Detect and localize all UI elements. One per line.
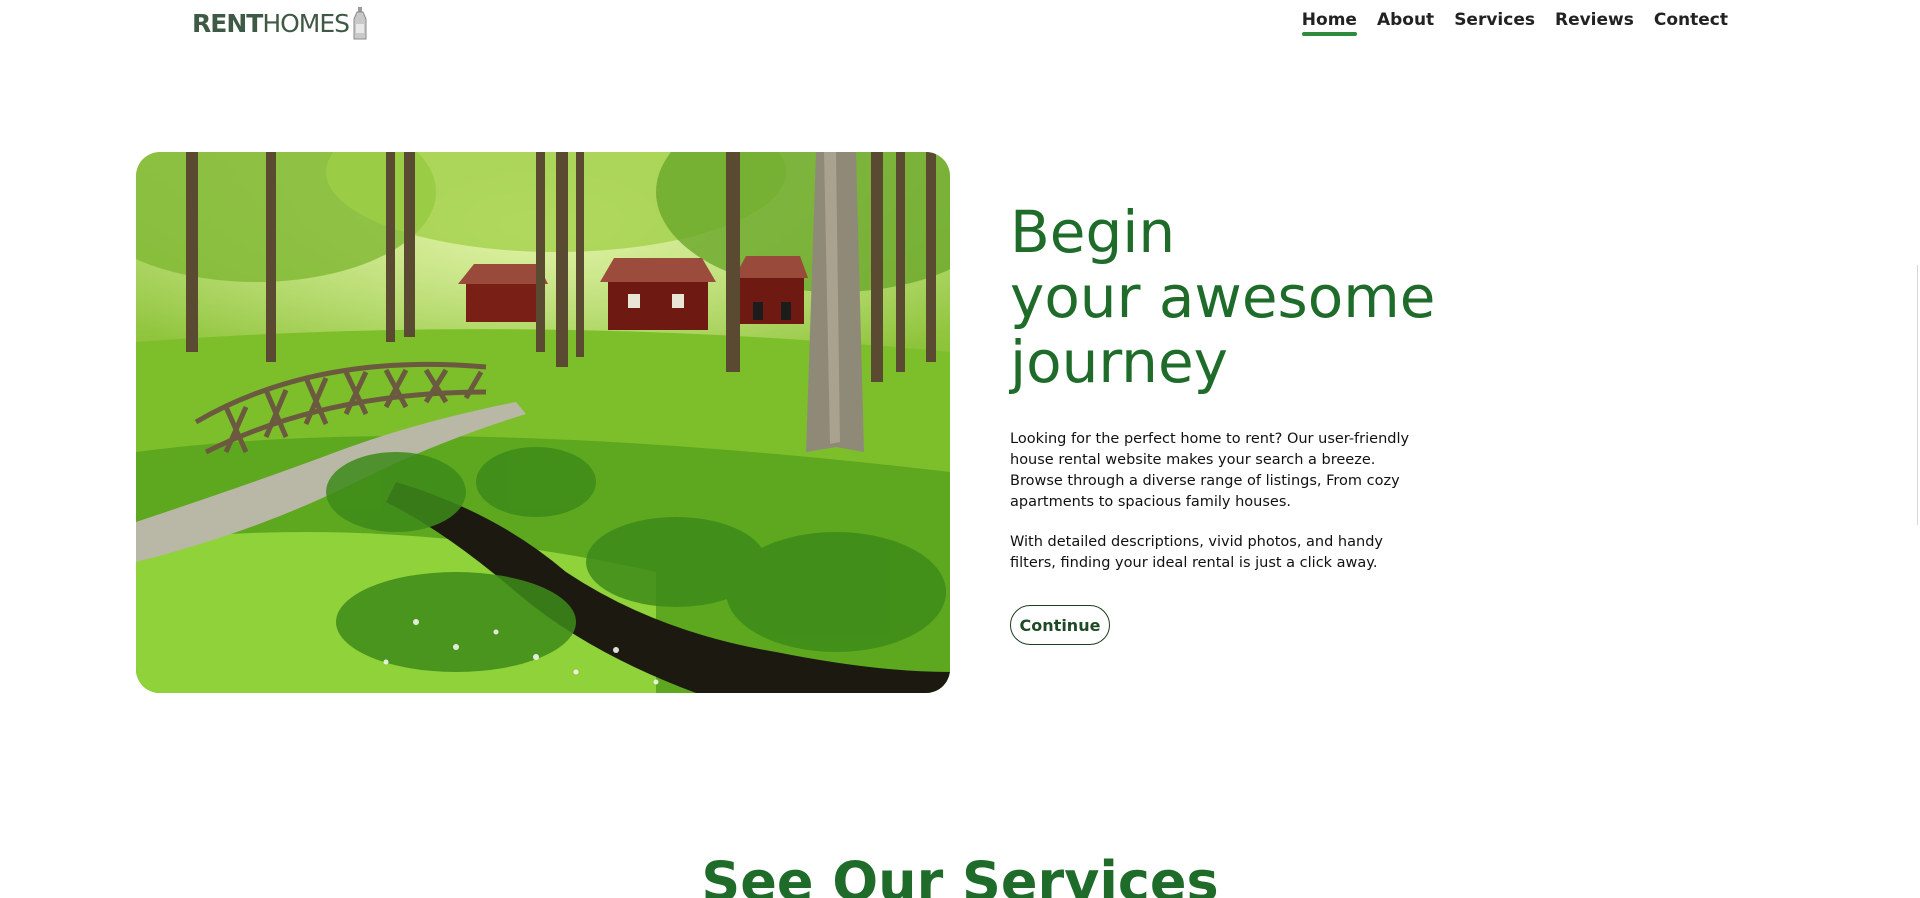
continue-button[interactable]: Continue — [1010, 605, 1110, 645]
nav-home[interactable]: Home — [1301, 10, 1358, 36]
hero-title-line-2: your awesome — [1010, 263, 1436, 331]
brand-name: RENTHOMES — [192, 8, 350, 38]
brand-logo[interactable]: RENTHOMES — [192, 6, 367, 40]
hero-title-line-1: Begin — [1010, 198, 1176, 266]
hero-title-line-3: journey — [1010, 328, 1228, 396]
services-heading: See Our Services — [701, 850, 1219, 898]
brand-homes: HOMES — [262, 8, 350, 38]
hero-image — [136, 152, 950, 693]
nav-contect[interactable]: Contect — [1654, 10, 1728, 36]
nav-reviews[interactable]: Reviews — [1555, 10, 1634, 36]
brand-rent: RENT — [192, 8, 263, 38]
hero-content: Begin your awesome journey Looking for t… — [1010, 200, 1470, 645]
nav-about[interactable]: About — [1377, 10, 1434, 36]
hero-title: Begin your awesome journey — [1010, 200, 1470, 395]
site-header: RENTHOMES Home About Services Reviews Co… — [0, 0, 1920, 44]
hero-paragraph-1: Looking for the perfect home to rent? Ou… — [1010, 431, 1410, 510]
hero-paragraph-2: With detailed descriptions, vivid photos… — [1010, 534, 1383, 571]
nav-services[interactable]: Services — [1454, 10, 1535, 36]
main-nav: Home About Services Reviews Contect — [1301, 10, 1728, 36]
bottle-icon — [353, 6, 367, 40]
